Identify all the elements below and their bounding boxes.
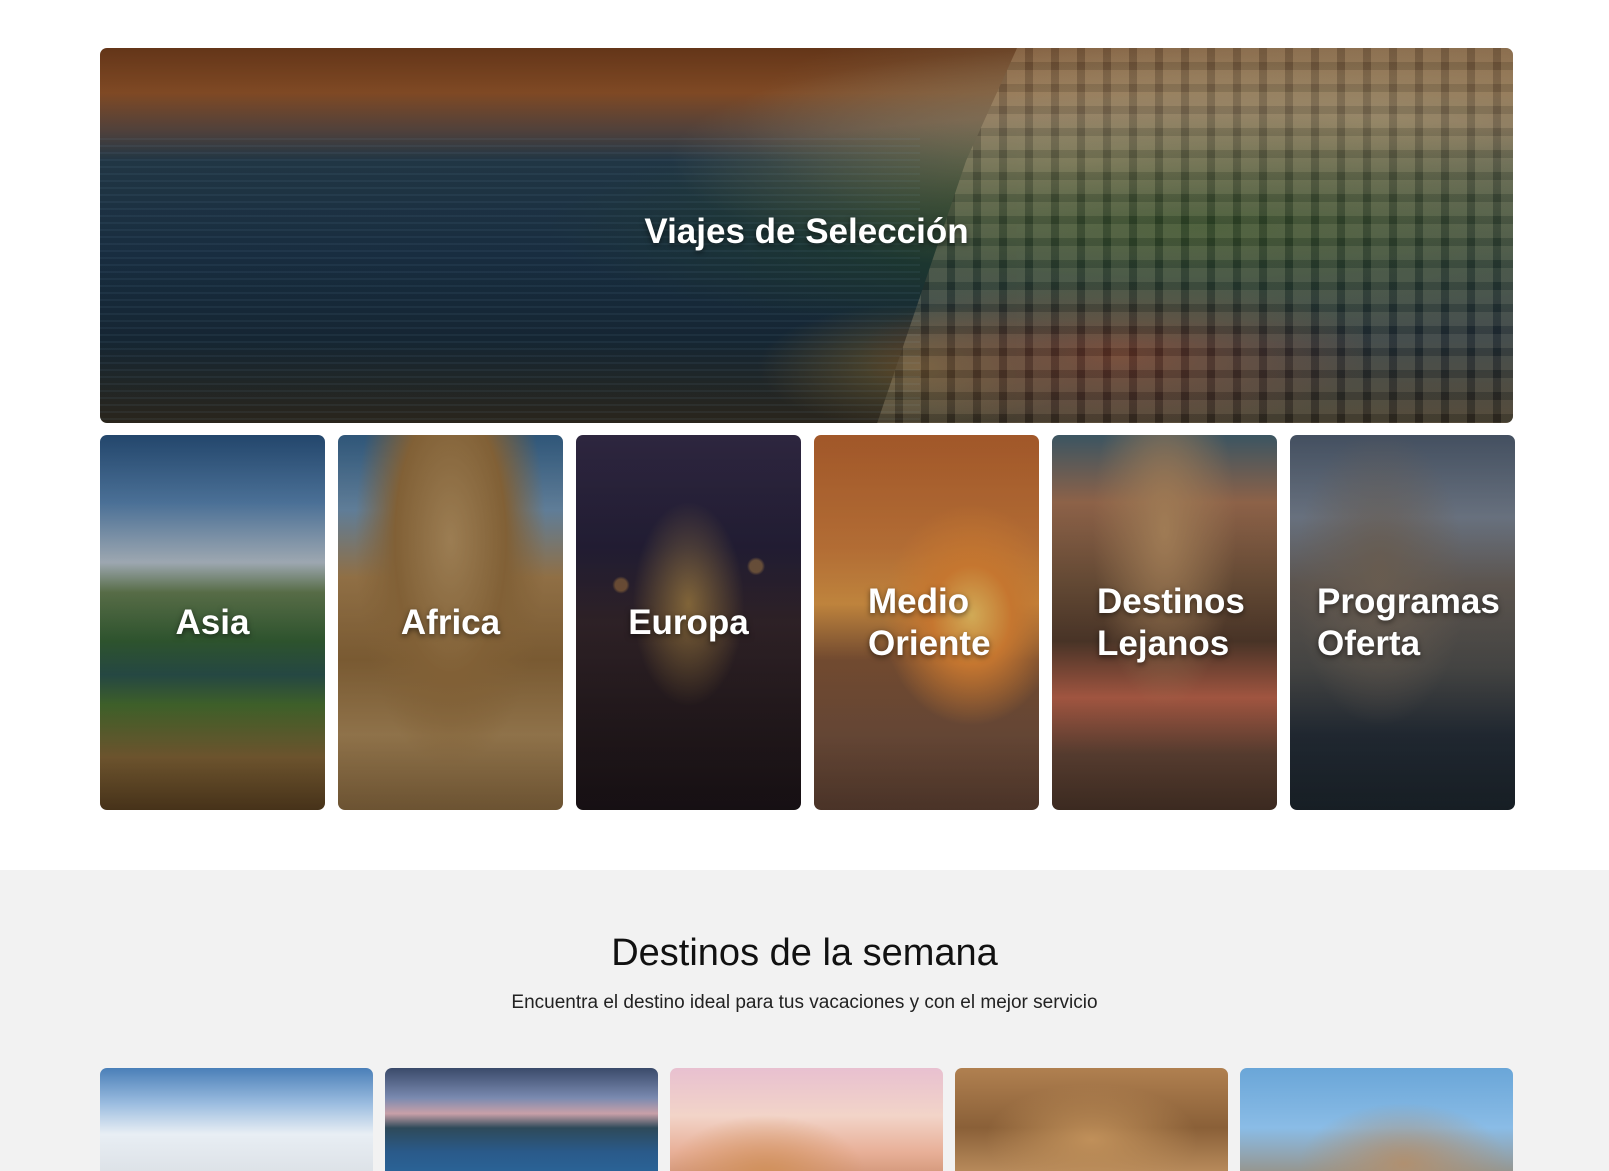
hero-title: Viajes de Selección xyxy=(644,212,969,251)
featured-section: Viajes de Selección Asia Africa Europa M… xyxy=(0,0,1609,870)
hero-banner-viajes-seleccion[interactable]: Viajes de Selección xyxy=(100,48,1513,423)
category-card-destinos-lejanos[interactable]: Destinos Lejanos xyxy=(1052,435,1277,810)
category-label-line: Lejanos xyxy=(1097,623,1230,663)
coast-sunset-photo xyxy=(385,1068,658,1171)
category-card-programas-oferta[interactable]: Programas Oferta xyxy=(1290,435,1515,810)
section-subtitle: Encuentra el destino ideal para tus vaca… xyxy=(511,992,1098,1013)
category-card-medio-oriente[interactable]: Medio Oriente xyxy=(814,435,1039,810)
category-card-africa[interactable]: Africa xyxy=(338,435,563,810)
category-label-line: Programas xyxy=(1317,581,1500,621)
destination-card[interactable] xyxy=(670,1068,943,1171)
trulli-houses-photo xyxy=(670,1068,943,1171)
mountain-sky-photo xyxy=(100,1068,373,1171)
category-card-asia[interactable]: Asia xyxy=(100,435,325,810)
category-label-destinos-lejanos: Destinos Lejanos xyxy=(1052,581,1277,665)
destination-card[interactable] xyxy=(955,1068,1228,1171)
category-label-line: Oriente xyxy=(868,623,991,663)
category-label-asia: Asia xyxy=(175,602,250,642)
category-label-europa: Europa xyxy=(628,602,749,642)
cathedral-towers-photo xyxy=(1240,1068,1513,1171)
category-label-line: Medio xyxy=(868,581,970,621)
category-card-europa[interactable]: Europa xyxy=(576,435,801,810)
section-title: Destinos de la semana xyxy=(611,932,998,974)
category-label-medio-oriente: Medio Oriente xyxy=(814,581,1039,665)
temple-columns-photo xyxy=(955,1068,1228,1171)
destination-card[interactable] xyxy=(100,1068,373,1171)
category-label-line: Oferta xyxy=(1317,623,1421,663)
weekly-destinations-section: Destinos de la semana Encuentra el desti… xyxy=(0,870,1609,1171)
destination-card[interactable] xyxy=(385,1068,658,1171)
category-label-line: Destinos xyxy=(1097,581,1245,621)
destination-card[interactable] xyxy=(1240,1068,1513,1171)
category-label-programas-oferta: Programas Oferta xyxy=(1290,581,1515,665)
category-row: Asia Africa Europa Medio Oriente Destino… xyxy=(100,435,1515,810)
category-label-africa: Africa xyxy=(400,602,501,642)
